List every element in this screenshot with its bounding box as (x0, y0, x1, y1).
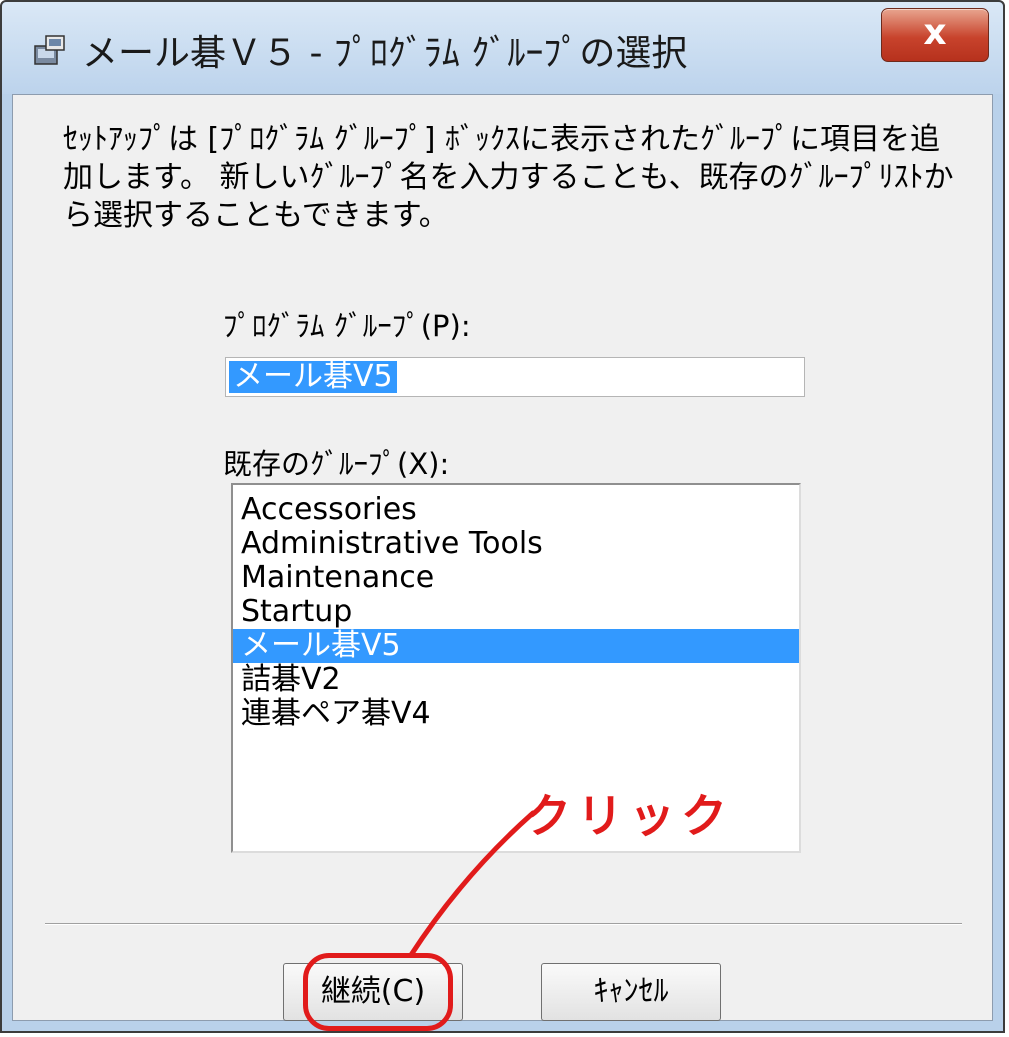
dialog-body: ｾｯﾄｱｯﾌﾟは [ﾌﾟﾛｸﾞﾗﾑ ｸﾞﾙｰﾌﾟ] ﾎﾞｯｸｽに表示されたｸﾞﾙ… (12, 94, 993, 1031)
close-button[interactable]: x (881, 8, 989, 62)
title-bar[interactable]: メール碁Ｖ５ - ﾌﾟﾛｸﾞﾗﾑ ｸﾞﾙｰﾌﾟの選択 x (2, 2, 1003, 94)
setup-app-icon (34, 35, 65, 65)
annotation-pointer-line (408, 810, 536, 958)
close-icon: x (923, 12, 947, 53)
window-title: メール碁Ｖ５ - ﾌﾟﾛｸﾞﾗﾑ ｸﾞﾙｰﾌﾟの選択 (82, 33, 688, 74)
dialog-window: メール碁Ｖ５ - ﾌﾟﾛｸﾞﾗﾑ ｸﾞﾙｰﾌﾟの選択 x ｾｯﾄｱｯﾌﾟは [ﾌ… (0, 0, 1005, 1033)
annotation-click-text: クリック (525, 789, 733, 843)
